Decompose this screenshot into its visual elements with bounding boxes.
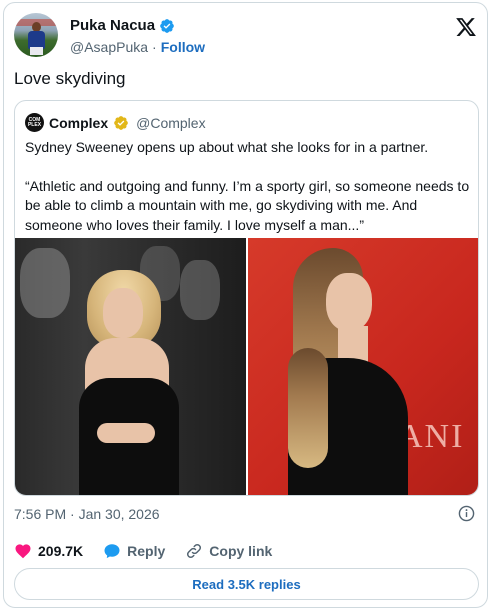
link-icon xyxy=(187,543,202,559)
reply-button[interactable]: Reply xyxy=(103,542,165,560)
author-handle-row: @AsapPuka · Follow xyxy=(70,39,205,55)
heart-icon xyxy=(15,544,31,559)
quoted-author-name: Complex xyxy=(49,114,109,131)
tweet-timestamp[interactable]: 7:56 PM · Jan 30, 2026 xyxy=(14,506,160,522)
reply-label: Reply xyxy=(127,543,166,559)
tweet-text: Love skydiving xyxy=(14,69,126,88)
like-button[interactable]: 209.7K xyxy=(14,542,83,560)
tweet-embed-card: Puka Nacua @AsapPuka · Follow Love skydi… xyxy=(3,2,488,608)
copy-link-label: Copy link xyxy=(209,543,273,559)
like-count: 209.7K xyxy=(38,543,84,559)
tweet-actions: 209.7K Reply Copy link xyxy=(14,540,292,562)
author-handle[interactable]: @AsapPuka xyxy=(70,39,148,55)
quoted-tweet-text: Sydney Sweeney opens up about what she l… xyxy=(25,138,470,254)
x-logo-icon[interactable] xyxy=(455,16,477,38)
info-icon[interactable] xyxy=(458,505,475,522)
quoted-media[interactable]: ANI xyxy=(15,238,478,495)
separator-dot: · xyxy=(152,39,157,55)
author-avatar[interactable] xyxy=(14,13,58,57)
photo-left[interactable] xyxy=(15,238,246,495)
author-display-name[interactable]: Puka Nacua xyxy=(70,17,155,34)
follow-button[interactable]: Follow xyxy=(161,39,205,55)
read-replies-button[interactable]: Read 3.5K replies xyxy=(14,568,479,600)
quote-paragraph-2: “Athletic and outgoing and funny. I’m a … xyxy=(25,177,470,233)
complex-avatar: COM PLEX xyxy=(25,113,44,132)
photo-right[interactable]: ANI xyxy=(248,238,478,495)
verified-badge-icon xyxy=(160,18,174,33)
quoted-tweet[interactable]: COM PLEX Complex @Complex Sydney Sweeney… xyxy=(14,100,479,496)
copy-link-button[interactable]: Copy link xyxy=(185,542,272,560)
author-name-row: Puka Nacua xyxy=(70,17,175,34)
quote-paragraph-1: Sydney Sweeney opens up about what she l… xyxy=(25,139,429,155)
tweet-header: Puka Nacua @AsapPuka · Follow xyxy=(14,13,479,59)
quoted-author-handle: @Complex xyxy=(136,114,206,131)
gold-verified-badge-icon xyxy=(114,115,128,130)
quoted-tweet-header: COM PLEX Complex @Complex xyxy=(25,113,206,132)
reply-bubble-icon xyxy=(104,544,120,559)
